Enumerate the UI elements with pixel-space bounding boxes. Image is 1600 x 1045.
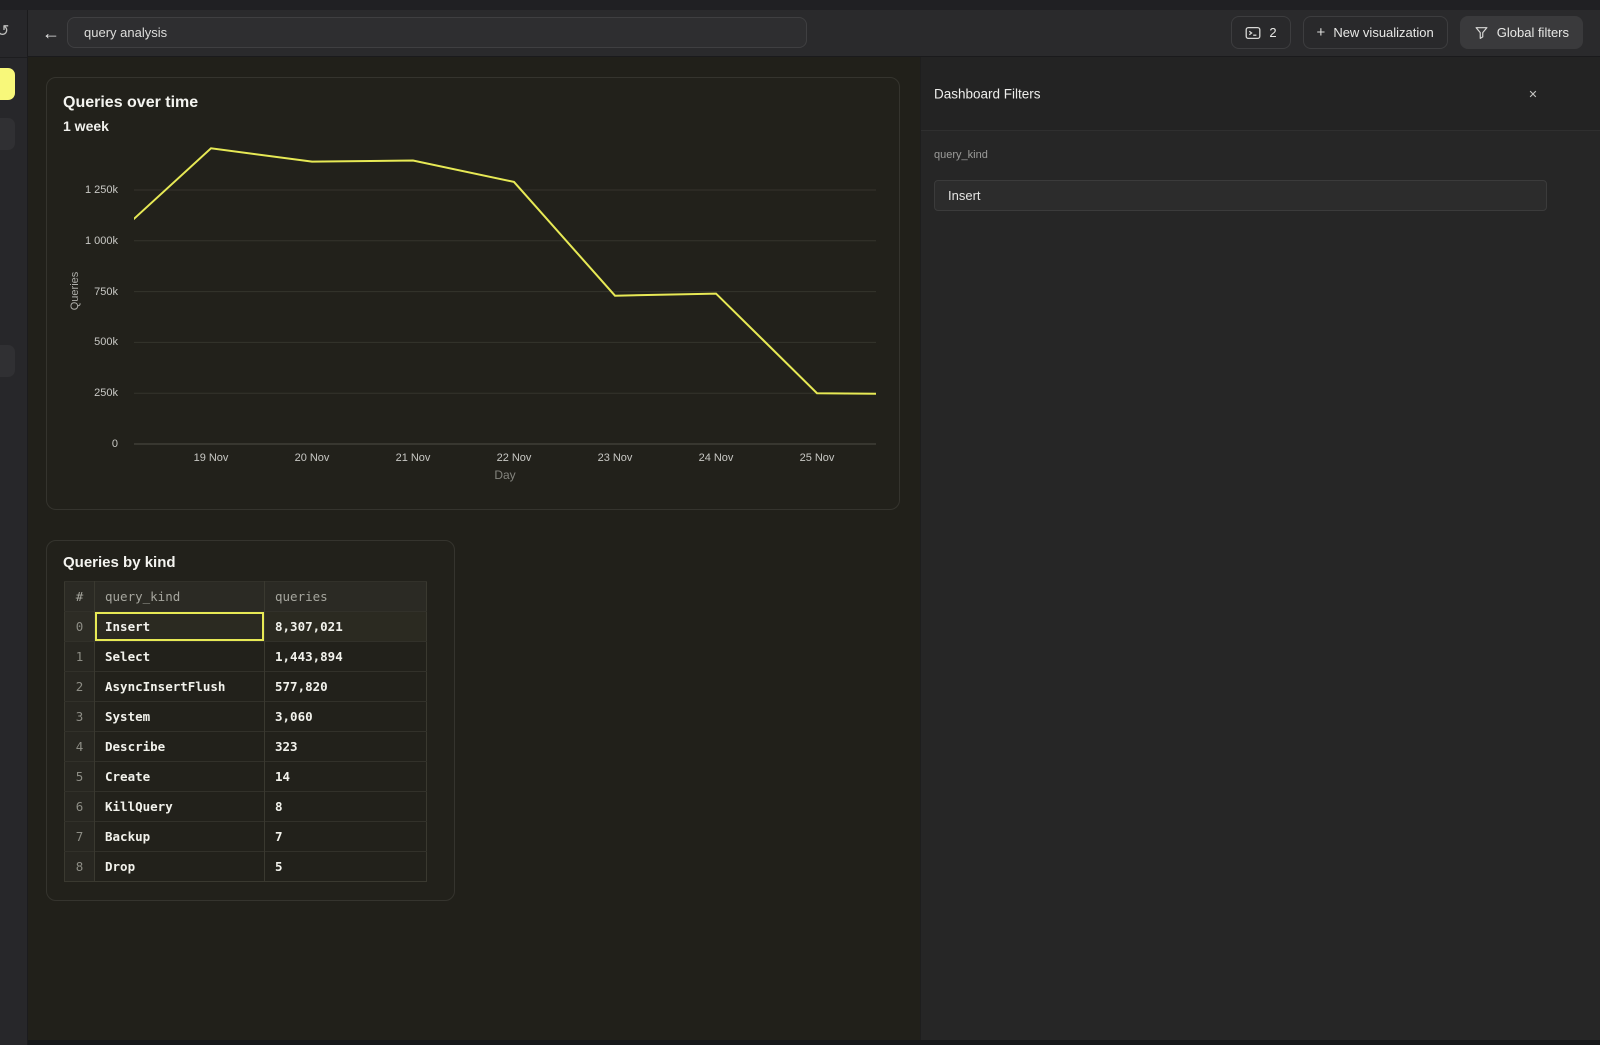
cell-query-kind[interactable]: Create (95, 762, 265, 792)
row-index: 2 (65, 672, 95, 702)
chart-y-ticks: 0 250k 500k 750k 1 000k 1 250k (47, 141, 126, 456)
filters-panel-header: Dashboard Filters ✕ (921, 57, 1600, 131)
table-row[interactable]: 3System3,060 (65, 702, 427, 732)
plus-icon: + (1317, 24, 1326, 41)
queries-line-chart[interactable] (134, 141, 876, 456)
cell-queries[interactable]: 577,820 (265, 672, 427, 702)
tabs-count: 2 (1269, 25, 1276, 40)
new-visualization-label: New visualization (1333, 25, 1433, 40)
y-tick-label: 0 (112, 438, 118, 450)
cell-queries[interactable]: 8 (265, 792, 427, 822)
back-button[interactable]: ← (38, 20, 64, 46)
sidebar-divider (0, 57, 28, 58)
row-index: 8 (65, 852, 95, 882)
queries-by-kind-table: #query_kindqueries 0Insert8,307,0211Sele… (64, 581, 427, 882)
dashboard-filters-panel: Dashboard Filters ✕ query_kind (920, 57, 1600, 1040)
column-header-index: # (65, 582, 95, 612)
y-tick-label: 500k (94, 336, 118, 348)
global-filters-button[interactable]: Global filters (1460, 16, 1583, 49)
chart-x-axis-label: Day (494, 468, 515, 482)
filters-panel-title: Dashboard Filters (934, 87, 1041, 102)
table-row[interactable]: 5Create14 (65, 762, 427, 792)
cell-queries[interactable]: 323 (265, 732, 427, 762)
chart-subtitle: 1 week (63, 118, 109, 134)
table-row[interactable]: 7Backup7 (65, 822, 427, 852)
table-row[interactable]: 1Select1,443,894 (65, 642, 427, 672)
window-bottom-strip (28, 1040, 1600, 1045)
topbar-actions: 2 + New visualization Global filters (1231, 16, 1583, 49)
column-header-query_kind: query_kind (95, 582, 265, 612)
table-row[interactable]: 0Insert8,307,021 (65, 612, 427, 642)
row-index: 5 (65, 762, 95, 792)
y-tick-label: 1 000k (85, 235, 118, 247)
cell-query-kind[interactable]: Select (95, 642, 265, 672)
row-index: 1 (65, 642, 95, 672)
table-title: Queries by kind (63, 554, 176, 571)
cell-queries[interactable]: 3,060 (265, 702, 427, 732)
cell-query-kind[interactable]: AsyncInsertFlush (95, 672, 265, 702)
y-tick-label: 250k (94, 387, 118, 399)
y-tick-label: 1 250k (85, 184, 118, 196)
cell-query-kind[interactable]: Drop (95, 852, 265, 882)
cell-queries[interactable]: 5 (265, 852, 427, 882)
topbar: ← 2 + New visualization Global filters (28, 10, 1600, 57)
terminal-icon (1245, 25, 1261, 41)
sidebar-item[interactable] (0, 118, 15, 150)
cell-query-kind[interactable]: Backup (95, 822, 265, 852)
queries-by-kind-card: Queries by kind #query_kindqueries 0Inse… (46, 540, 455, 901)
cell-queries[interactable]: 8,307,021 (265, 612, 427, 642)
chart-title: Queries over time (63, 94, 198, 112)
cell-query-kind[interactable]: Insert (95, 612, 265, 642)
table-row[interactable]: 4Describe323 (65, 732, 427, 762)
global-filters-label: Global filters (1497, 25, 1569, 40)
queries-series-line (134, 148, 876, 394)
row-index: 4 (65, 732, 95, 762)
table-header-row: #query_kindqueries (65, 582, 427, 612)
window-top-strip (0, 0, 1600, 10)
cell-query-kind[interactable]: System (95, 702, 265, 732)
cell-queries[interactable]: 7 (265, 822, 427, 852)
new-visualization-button[interactable]: + New visualization (1303, 16, 1448, 49)
cell-queries[interactable]: 1,443,894 (265, 642, 427, 672)
row-index: 3 (65, 702, 95, 732)
refresh-icon[interactable]: ↺ (0, 21, 9, 41)
filter-funnel-icon (1474, 25, 1489, 40)
cell-query-kind[interactable]: Describe (95, 732, 265, 762)
sidebar-item[interactable] (0, 345, 15, 377)
console-tabs-button[interactable]: 2 (1231, 16, 1290, 49)
query-kind-filter-input[interactable] (934, 180, 1547, 211)
row-index: 7 (65, 822, 95, 852)
queries-over-time-card: Queries over time 1 week Queries 0250k50… (46, 77, 900, 510)
filter-field-label: query_kind (934, 149, 988, 161)
table-row[interactable]: 6KillQuery8 (65, 792, 427, 822)
row-index: 0 (65, 612, 95, 642)
row-index: 6 (65, 792, 95, 822)
close-icon[interactable]: ✕ (1524, 85, 1542, 103)
column-header-queries: queries (265, 582, 427, 612)
table-row[interactable]: 8Drop5 (65, 852, 427, 882)
table-row[interactable]: 2AsyncInsertFlush577,820 (65, 672, 427, 702)
sidebar-item-active-dashboard[interactable] (0, 68, 15, 100)
y-tick-label: 750k (94, 286, 118, 298)
cell-query-kind[interactable]: KillQuery (95, 792, 265, 822)
left-sidebar: ↺ (0, 10, 28, 1045)
dashboard-title-input[interactable] (67, 17, 807, 48)
cell-queries[interactable]: 14 (265, 762, 427, 792)
dashboard-canvas: Queries over time 1 week Queries 0250k50… (28, 57, 920, 1040)
